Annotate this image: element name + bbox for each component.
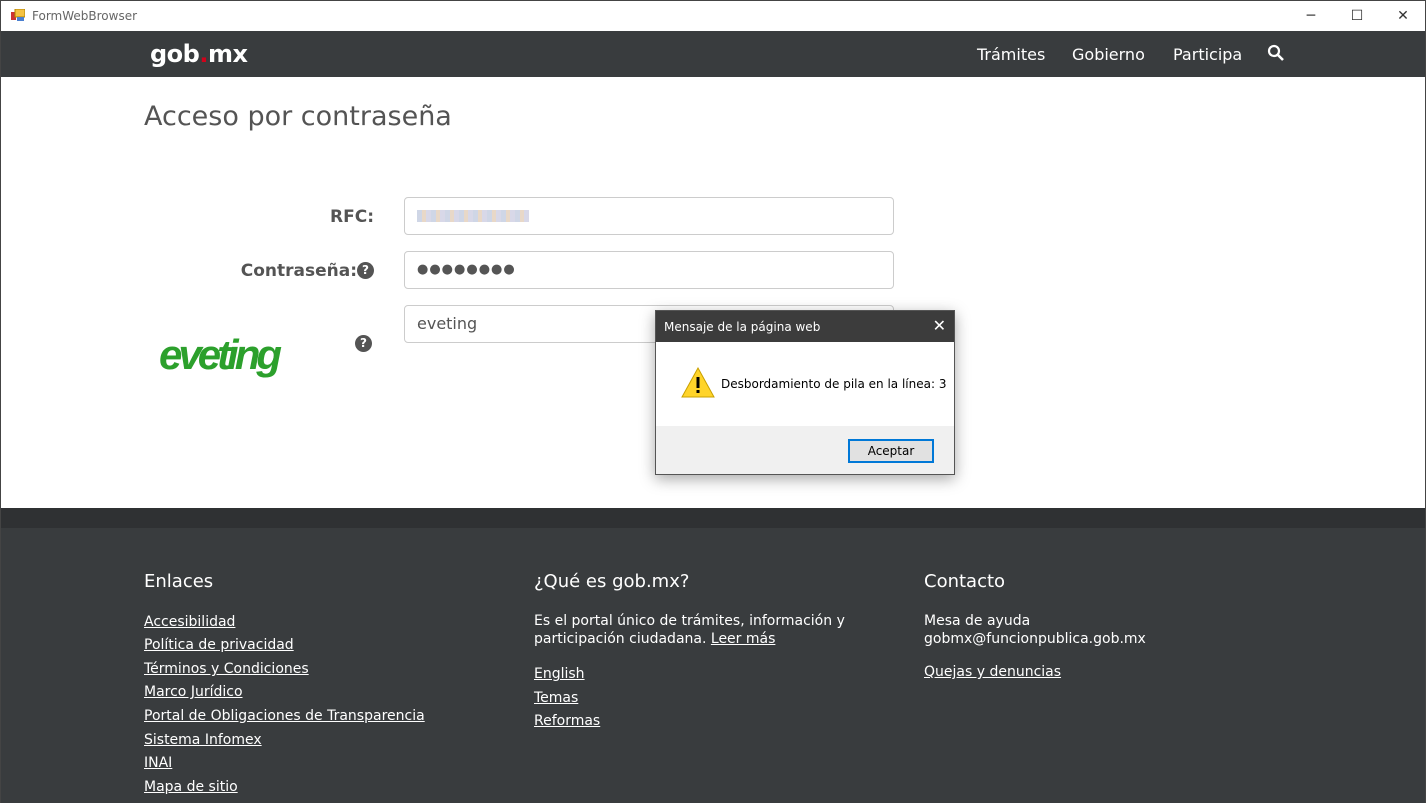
gobmx-logo[interactable]: gob.mx — [150, 40, 248, 68]
dialog-message: Desbordamiento de pila en la línea: 3 — [721, 377, 947, 391]
app-icon — [11, 9, 25, 21]
dialog-close-button[interactable]: ✕ — [933, 316, 946, 335]
about-text-line: participación ciudadana. — [534, 631, 707, 647]
dialog-body: Desbordamiento de pila en la línea: 3 — [656, 342, 954, 426]
footer-link[interactable]: Accesibilidad — [144, 614, 235, 630]
footer: Enlaces Accesibilidad Política de privac… — [1, 528, 1425, 803]
footer-link[interactable]: Política de privacidad — [144, 637, 294, 653]
blurred-rfc — [417, 210, 529, 222]
footer-links-title: Enlaces — [144, 571, 214, 592]
dialog-titlebar: Mensaje de la página web ✕ — [656, 311, 954, 342]
footer-link[interactable]: Marco Jurídico — [144, 684, 243, 700]
logo-dot: . — [199, 40, 208, 68]
footer-temas-link[interactable]: Temas — [534, 690, 578, 706]
captcha-image: eveting — [159, 331, 282, 378]
dialog-footer: Aceptar — [656, 426, 954, 474]
password-label: Contraseña:? — [201, 261, 374, 281]
captcha-help-icon[interactable]: ? — [355, 335, 372, 352]
page-title: Acceso por contraseña — [144, 101, 452, 132]
aceptar-button[interactable]: Aceptar — [848, 439, 934, 463]
footer-about-title: ¿Qué es gob.mx? — [534, 571, 690, 592]
logo-text: gob — [150, 40, 200, 68]
window-title: FormWebBrowser — [32, 9, 138, 23]
footer-link[interactable]: Términos y Condiciones — [144, 661, 309, 677]
password-label-text: Contraseña: — [240, 261, 357, 281]
footer-link[interactable]: Portal de Obligaciones de Transparencia — [144, 708, 425, 724]
footer-about-text: Es el portal único de trámites, informac… — [534, 612, 845, 648]
nav-gobierno[interactable]: Gobierno — [1072, 45, 1145, 64]
footer-link[interactable]: Mapa de sitio — [144, 779, 238, 795]
footer-link[interactable]: INAI — [144, 755, 172, 771]
top-nav: gob.mx Trámites Gobierno Participa — [1, 31, 1425, 77]
message-dialog: Mensaje de la página web ✕ Desbordamiento… — [655, 310, 955, 475]
nav-participa[interactable]: Participa — [1173, 45, 1242, 64]
footer-band — [1, 508, 1425, 528]
close-button[interactable]: ✕ — [1380, 1, 1426, 31]
footer-english-link[interactable]: English — [534, 666, 585, 682]
maximize-button[interactable]: ☐ — [1334, 1, 1380, 31]
search-icon[interactable] — [1267, 44, 1285, 62]
quejas-link[interactable]: Quejas y denuncias — [924, 664, 1061, 680]
leer-mas-link[interactable]: Leer más — [711, 631, 776, 647]
footer-contact-title: Contacto — [924, 571, 1006, 592]
footer-reformas-link[interactable]: Reformas — [534, 713, 600, 729]
dialog-title: Mensaje de la página web — [664, 320, 821, 334]
nav-tramites[interactable]: Trámites — [977, 45, 1045, 64]
rfc-input[interactable] — [404, 197, 894, 235]
contact-email: gobmx@funcionpublica.gob.mx — [924, 631, 1146, 647]
footer-link[interactable]: Sistema Infomex — [144, 732, 262, 748]
rfc-label: RFC: — [330, 207, 374, 227]
logo-text: mx — [207, 40, 248, 68]
window-titlebar: FormWebBrowser ─ ☐ ✕ — [1, 1, 1425, 31]
password-input[interactable]: ●●●●●●●● — [404, 251, 894, 289]
about-text-line: Es el portal único de trámites, informac… — [534, 613, 845, 629]
minimize-button[interactable]: ─ — [1288, 1, 1334, 31]
contact-help: Mesa de ayuda — [924, 613, 1031, 629]
help-icon[interactable]: ? — [357, 262, 374, 279]
warning-icon — [681, 367, 715, 398]
